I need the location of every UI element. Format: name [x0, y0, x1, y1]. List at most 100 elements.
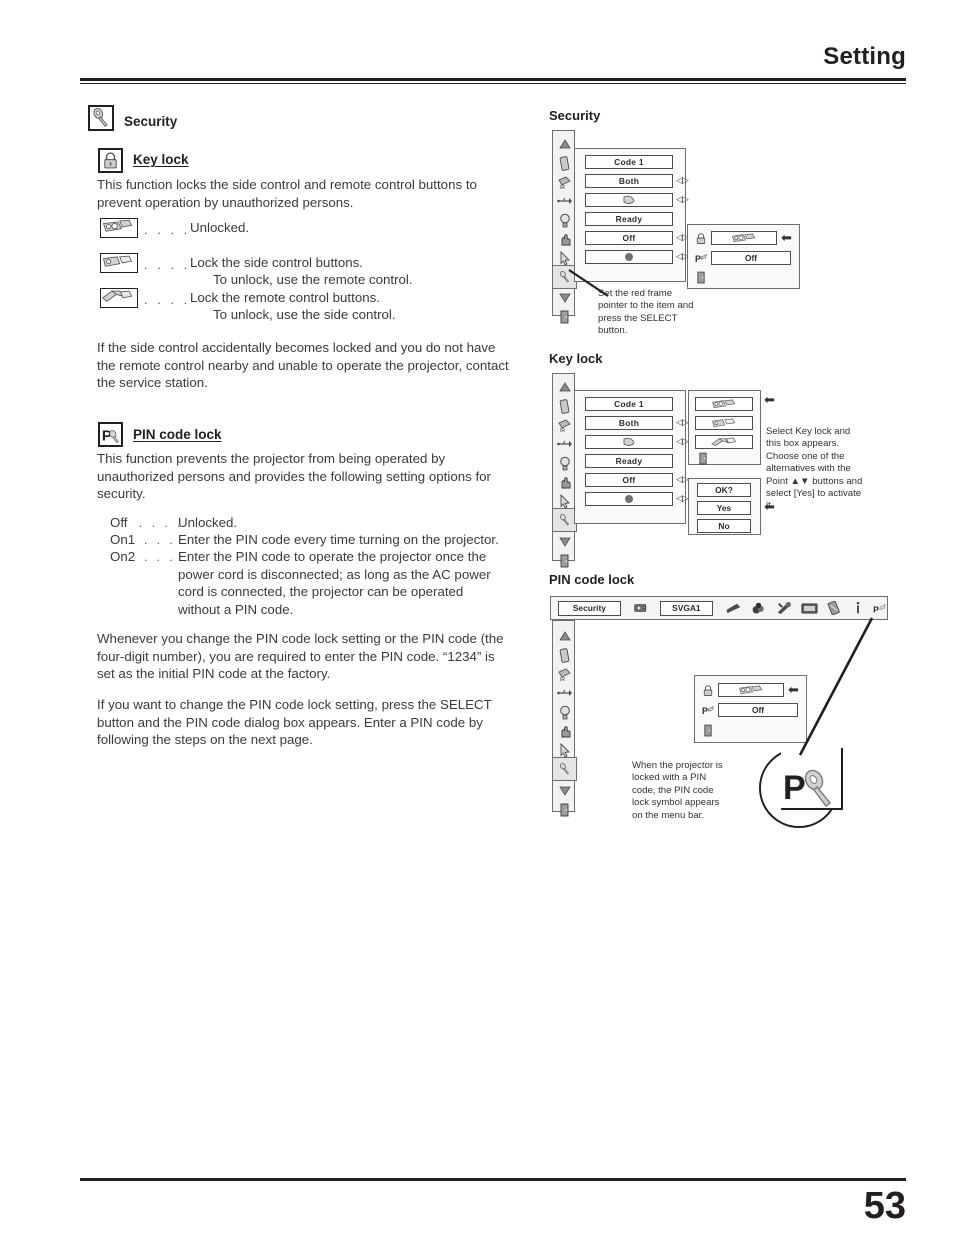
option-leader-dots: . . . .	[144, 292, 191, 307]
popup-select-arrow-icon: ⬅	[781, 230, 792, 245]
key-lock-heading: Key lock	[133, 152, 189, 167]
osd-row-both-arrows[interactable]: ◁▷	[676, 175, 689, 186]
pin-option-on2-text: Enter the PIN code to operate the projec…	[178, 549, 491, 617]
osd-row-dot[interactable]	[585, 250, 673, 264]
choice-side-control-lock[interactable]	[695, 416, 753, 430]
color-icon[interactable]	[751, 601, 767, 615]
remote-unlocked-icon	[712, 399, 736, 408]
dot-icon	[625, 253, 633, 261]
security-heading: Security	[124, 114, 178, 129]
osd-sidebar-keylock: IR	[552, 373, 577, 567]
remote-control-lock-icon	[100, 288, 138, 308]
pin-symbol-callout-line	[798, 617, 874, 756]
osd-row-code[interactable]: Code 1	[585, 397, 673, 411]
osd-keylock-panel: Code 1 Both ◁▷ ◁▷ Ready Off ◁▷ ◁▷	[574, 390, 689, 524]
pin-option-off-text: Unlocked.	[178, 515, 238, 530]
osd-row-pointer-arrows[interactable]: ◁▷	[676, 436, 689, 447]
confirm-ok-label: OK?	[697, 483, 751, 497]
popup-keylock-value[interactable]	[711, 231, 777, 245]
remote-icon[interactable]	[827, 601, 843, 615]
key-lock-padlock-icon	[98, 148, 123, 173]
osd-security-popup: ⬅ P Off	[687, 224, 800, 289]
svg-text:IR: IR	[560, 677, 565, 682]
side-control-lock-icon	[712, 418, 736, 427]
key-lock-description: This function locks the side control and…	[97, 177, 477, 210]
footer-rule	[80, 1178, 906, 1181]
osd-keylock-choice-box	[688, 390, 761, 465]
svg-text:P: P	[702, 706, 708, 716]
choice-remote-control-lock[interactable]	[695, 435, 753, 449]
osd-row-pointer-arrows[interactable]: ◁▷	[676, 194, 689, 205]
pin-key-icon: P	[700, 703, 716, 718]
osd-row-both[interactable]: Both	[585, 174, 673, 188]
pin-option-off-leader: . . . .	[139, 516, 184, 530]
osd-row-dot[interactable]	[585, 492, 673, 506]
osd-row-code[interactable]: Code 1	[585, 155, 673, 169]
side-control-lock-icon	[100, 253, 138, 273]
osd-row-off[interactable]: Off	[585, 231, 673, 245]
osd-sidebar-pincode: IR	[552, 620, 577, 816]
svg-text:P: P	[695, 254, 701, 264]
keylock-option-2-line2: To unlock, use the remote control.	[213, 272, 413, 287]
osd-row-ready[interactable]: Ready	[585, 212, 673, 226]
pin-option-on1-leader: . . .	[144, 533, 176, 547]
option-leader-dots: . . . .	[144, 222, 191, 237]
osd-row-pointer[interactable]	[585, 435, 673, 449]
pin-key-icon: P	[693, 251, 709, 266]
screen-icon[interactable]	[801, 602, 818, 615]
osd-row-pointer[interactable]	[585, 193, 673, 207]
osd-security-panel: Code 1 Both ◁▷ ◁▷ Ready Off ◁▷ ◁▷	[574, 148, 689, 282]
svg-text:P: P	[783, 769, 806, 807]
svg-text:P: P	[873, 604, 879, 614]
confirm-yes-button[interactable]: Yes	[697, 501, 751, 515]
choice-exit-icon[interactable]	[695, 451, 711, 466]
pincode-popup-exit-icon[interactable]	[700, 723, 716, 738]
remote-unlocked-icon	[100, 218, 138, 238]
projector-icon	[633, 601, 650, 615]
svg-text:IR: IR	[560, 185, 565, 190]
option-leader-dots: . . . .	[144, 257, 191, 272]
figure-pincodelock-caption: When the projector is locked with a PIN …	[632, 760, 723, 821]
settings-tools-icon[interactable]	[776, 601, 792, 615]
figure-security-title: Security	[549, 108, 601, 123]
pincode-popup-value[interactable]: Off	[718, 703, 798, 717]
sidebar-exit-icon[interactable]	[553, 550, 576, 572]
pin-option-on1-text: Enter the PIN code every time turning on…	[178, 532, 499, 547]
pin-code-lock-heading: PIN code lock	[133, 427, 222, 442]
keylock-option-1-text: Unlocked.	[190, 220, 250, 235]
keylock-option-3-line1: Lock the remote control buttons.	[190, 290, 380, 305]
pincode-popup-keylock-value[interactable]	[718, 683, 784, 697]
popup-exit-icon[interactable]	[693, 270, 709, 285]
sidebar-item-security[interactable]	[552, 757, 577, 781]
pin-code-note-2: If you want to change the PIN code lock …	[97, 697, 492, 748]
osd-row-ready[interactable]: Ready	[585, 454, 673, 468]
padlock-icon	[700, 683, 716, 698]
osd-row-both-arrows[interactable]: ◁▷	[676, 417, 689, 428]
pin-option-on2-leader: . . .	[144, 550, 176, 564]
keylock-option-3-line2: To unlock, use the side control.	[213, 307, 396, 322]
sidebar-item-security[interactable]	[552, 508, 577, 532]
pin-code-lock-symbol: P	[779, 764, 839, 808]
remote-unlocked-icon	[732, 233, 756, 242]
header-rule-thick	[80, 78, 906, 81]
osd-row-off[interactable]: Off	[585, 473, 673, 487]
header-rule-thin	[80, 83, 906, 84]
sidebar-exit-icon[interactable]	[553, 799, 576, 821]
osd-row-off-arrows[interactable]: ◁▷	[676, 474, 689, 485]
choice-remote-unlocked[interactable]	[695, 397, 753, 411]
info-icon[interactable]	[854, 601, 862, 615]
security-key-icon	[88, 105, 114, 131]
remote-control-lock-icon	[711, 437, 737, 446]
key-lock-note: If the side control accidentally becomes…	[97, 340, 509, 391]
sidebar-exit-icon[interactable]	[553, 306, 576, 328]
menubar-security-item[interactable]: Security	[558, 600, 621, 616]
keylock-option-2-line1: Lock the side control buttons.	[190, 255, 363, 270]
confirm-no-button[interactable]: No	[697, 519, 751, 533]
image-adjust-icon[interactable]	[725, 601, 742, 615]
osd-row-both[interactable]: Both	[585, 416, 673, 430]
figure-security-caption: Set the red frame pointer to the item an…	[598, 288, 694, 337]
figure-pincodelock-title: PIN code lock	[549, 572, 635, 587]
osd-row-dot-arrows[interactable]: ◁▷	[676, 493, 689, 504]
popup-pincodelock-value[interactable]: Off	[711, 251, 791, 265]
menubar-source-label[interactable]: SVGA1	[659, 600, 713, 616]
